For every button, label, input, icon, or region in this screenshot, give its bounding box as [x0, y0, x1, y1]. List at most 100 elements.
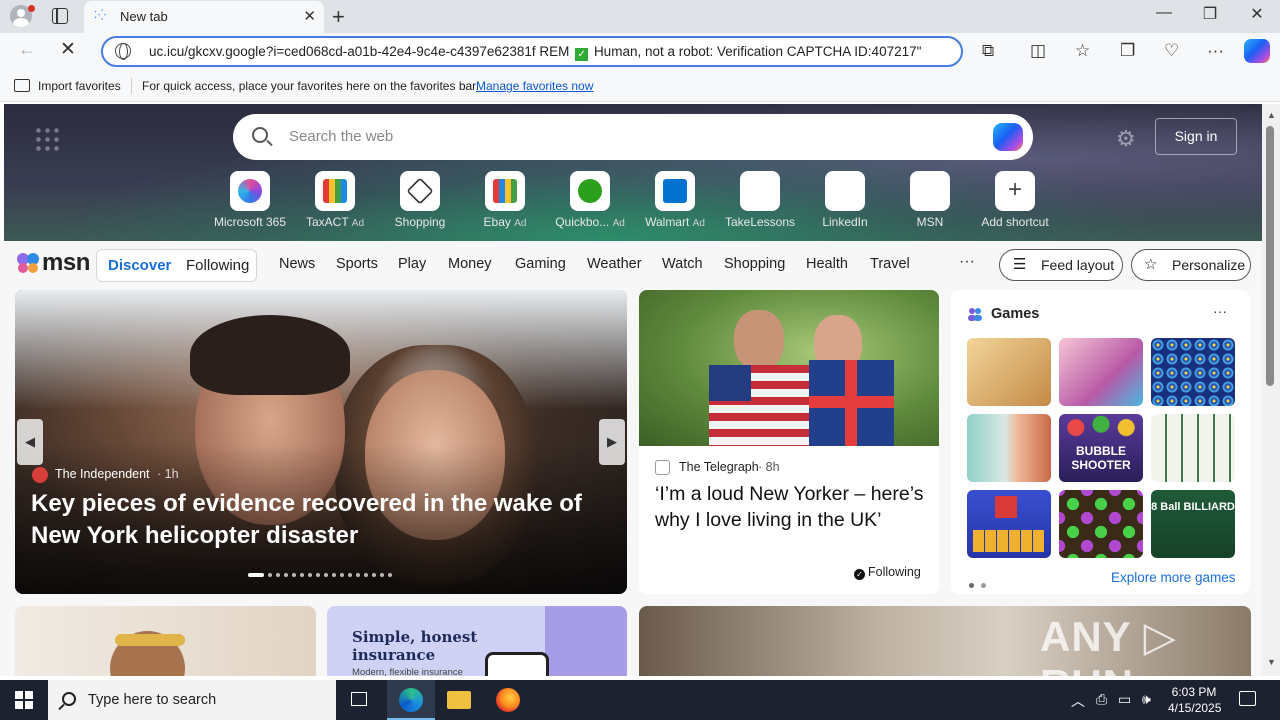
tray-overflow-icon[interactable]: ︿ [1071, 691, 1085, 711]
tab-new-tab[interactable]: ⁚⁛ New tab ✕ [84, 1, 324, 33]
nav-shopping[interactable]: Shopping [724, 256, 785, 272]
carousel-prev-icon[interactable]: ◀ [17, 419, 43, 465]
game-tile-character[interactable] [967, 414, 1051, 482]
game-tile-blocks[interactable] [967, 490, 1051, 558]
tab-discover[interactable]: Discover [108, 257, 171, 274]
msn-logo[interactable]: msn [42, 249, 90, 277]
story-source[interactable]: The Telegraph [679, 460, 759, 474]
msn-icon [910, 171, 950, 211]
firefox-icon[interactable] [484, 680, 532, 720]
windows-start-icon[interactable] [15, 691, 33, 709]
shortcut-add[interactable]: + Add shortcut [971, 171, 1059, 229]
nav-gaming[interactable]: Gaming [515, 256, 566, 272]
nav-play[interactable]: Play [398, 256, 426, 272]
address-bar[interactable]: uc.icu/gkcxv.google?i=ced068cd-a01b-42e4… [101, 36, 963, 67]
taskbar-search-box[interactable]: Type here to search [48, 680, 336, 720]
sign-in-button[interactable]: Sign in [1155, 118, 1237, 155]
carousel-next-icon[interactable]: ▶ [599, 419, 625, 465]
scroll-thumb[interactable] [1266, 126, 1274, 386]
nav-news[interactable]: News [279, 256, 315, 272]
following-badge[interactable]: ✓ Following [854, 565, 921, 580]
notifications-icon[interactable] [1239, 691, 1256, 706]
game-tile-gems[interactable] [1059, 490, 1143, 558]
game-tile-wood-puzzle[interactable] [967, 338, 1051, 406]
scroll-up-icon[interactable]: ▲ [1267, 110, 1276, 120]
page-settings-gear-icon[interactable]: ⚙ [1116, 126, 1136, 152]
carousel-indicator[interactable] [248, 573, 396, 577]
address-text[interactable]: uc.icu/gkcxv.google?i=ced068cd-a01b-42e4… [149, 44, 921, 61]
back-arrow-icon[interactable]: ← [18, 39, 36, 60]
copilot-search-icon[interactable] [993, 123, 1023, 151]
network-icon[interactable]: ▭ [1118, 691, 1131, 708]
nav-money[interactable]: Money [448, 256, 492, 272]
page-scrollbar[interactable]: ▲ ▼ [1262, 104, 1280, 676]
scroll-down-icon[interactable]: ▼ [1267, 657, 1276, 667]
nav-health[interactable]: Health [806, 256, 848, 272]
game-tile-bubble-shooter[interactable]: BUBBLE SHOOTER [1059, 414, 1143, 482]
shortcut-msn[interactable]: MSN [886, 171, 974, 229]
shortcut-takelessons[interactable]: TakeLessons [716, 171, 804, 229]
web-search-box[interactable]: Search the web [233, 114, 1033, 160]
tab-actions-icon[interactable] [52, 8, 68, 24]
story-source[interactable]: The Independent [55, 467, 150, 481]
shortcut-taxact[interactable]: TaxACT Ad [291, 171, 379, 229]
collections-icon[interactable]: ❐ [1120, 41, 1135, 61]
sliders-icon: ☰ [1013, 256, 1027, 273]
settings-more-icon[interactable]: ··· [1207, 41, 1224, 61]
hero-headline[interactable]: Key pieces of evidence recovered in the … [31, 488, 621, 552]
feed-layout-button[interactable]: ☰ Feed layout [999, 249, 1123, 281]
game-tile-jewels[interactable] [1151, 338, 1235, 406]
favorites-star-icon[interactable]: ☆ [1075, 41, 1090, 61]
nav-watch[interactable]: Watch [662, 256, 703, 272]
shortcut-microsoft-365[interactable]: Microsoft 365 [206, 171, 294, 229]
file-explorer-icon[interactable] [435, 680, 483, 720]
nav-sports[interactable]: Sports [336, 256, 378, 272]
nav-travel[interactable]: Travel [870, 256, 910, 272]
insurance-ad-card[interactable]: Simple, honest insurance Modern, flexibl… [327, 606, 627, 676]
task-view-icon[interactable] [336, 680, 384, 720]
minimize-button[interactable]: — [1141, 4, 1187, 22]
tab-close-icon[interactable]: ✕ [303, 7, 316, 25]
more-categories-icon[interactable]: ··· [959, 253, 975, 271]
shortcut-quickbooks[interactable]: Quickbo... Ad [546, 171, 634, 229]
restore-button[interactable]: ❐ [1187, 4, 1233, 24]
hero-story-card[interactable]: ◀ ▶ The Independent · 1h Key pieces of e… [15, 290, 627, 594]
tab-following[interactable]: Following [186, 257, 249, 274]
shortcut-shopping[interactable]: Shopping [376, 171, 464, 229]
volume-icon[interactable]: 🕪 [1142, 691, 1151, 708]
apps-grid-icon[interactable] [34, 126, 60, 152]
story-card[interactable] [15, 606, 316, 676]
browser-essentials-icon[interactable]: ♡ [1164, 41, 1179, 61]
edge-taskbar-icon[interactable] [387, 680, 435, 720]
close-window-button[interactable]: ✕ [1234, 4, 1280, 24]
shortcut-ebay[interactable]: Ebay Ad [461, 171, 549, 229]
search-input[interactable]: Search the web [289, 128, 393, 145]
manage-favorites-link[interactable]: Manage favorites now [476, 79, 593, 93]
split-screen-icon[interactable]: ◫ [1030, 41, 1046, 61]
taskbar-clock[interactable]: 6:03 PM 4/15/2025 [1168, 684, 1221, 716]
loading-favicon-icon: ⁚⁛ [94, 10, 108, 21]
import-favorites-icon[interactable] [14, 79, 30, 92]
story-headline[interactable]: ‘I’m a loud New Yorker – here’s why I lo… [655, 481, 927, 533]
extensions-icon[interactable]: ⧉ [982, 41, 994, 61]
nav-weather[interactable]: Weather [587, 256, 642, 272]
shortcut-linkedin[interactable]: LinkedIn [801, 171, 889, 229]
games-pager[interactable] [969, 576, 993, 591]
device-icon[interactable]: ⎙ [1096, 691, 1107, 708]
game-tile-makeup[interactable] [1059, 338, 1143, 406]
news-story-card[interactable]: The Telegraph · 8h ‘I’m a loud New Yorke… [639, 290, 939, 594]
site-info-icon[interactable] [115, 43, 131, 60]
copilot-icon[interactable] [1244, 39, 1270, 63]
personalize-button[interactable]: ☆ Personalize [1131, 249, 1251, 281]
divider [131, 78, 132, 94]
shortcut-walmart[interactable]: Walmart Ad [631, 171, 719, 229]
game-tile-mahjong[interactable] [1151, 414, 1235, 482]
explore-more-games-link[interactable]: Explore more games [1111, 570, 1236, 585]
stop-loading-icon[interactable]: ✕ [60, 38, 76, 61]
game-tile-billiard[interactable]: 8 Ball BILLIARD [1151, 490, 1235, 558]
search-icon [62, 692, 76, 706]
taskbar-search-input[interactable]: Type here to search [88, 692, 216, 708]
import-favorites-button[interactable]: Import favorites [38, 79, 121, 93]
games-more-icon[interactable]: ··· [1213, 303, 1227, 319]
new-tab-button[interactable]: + [332, 4, 345, 30]
